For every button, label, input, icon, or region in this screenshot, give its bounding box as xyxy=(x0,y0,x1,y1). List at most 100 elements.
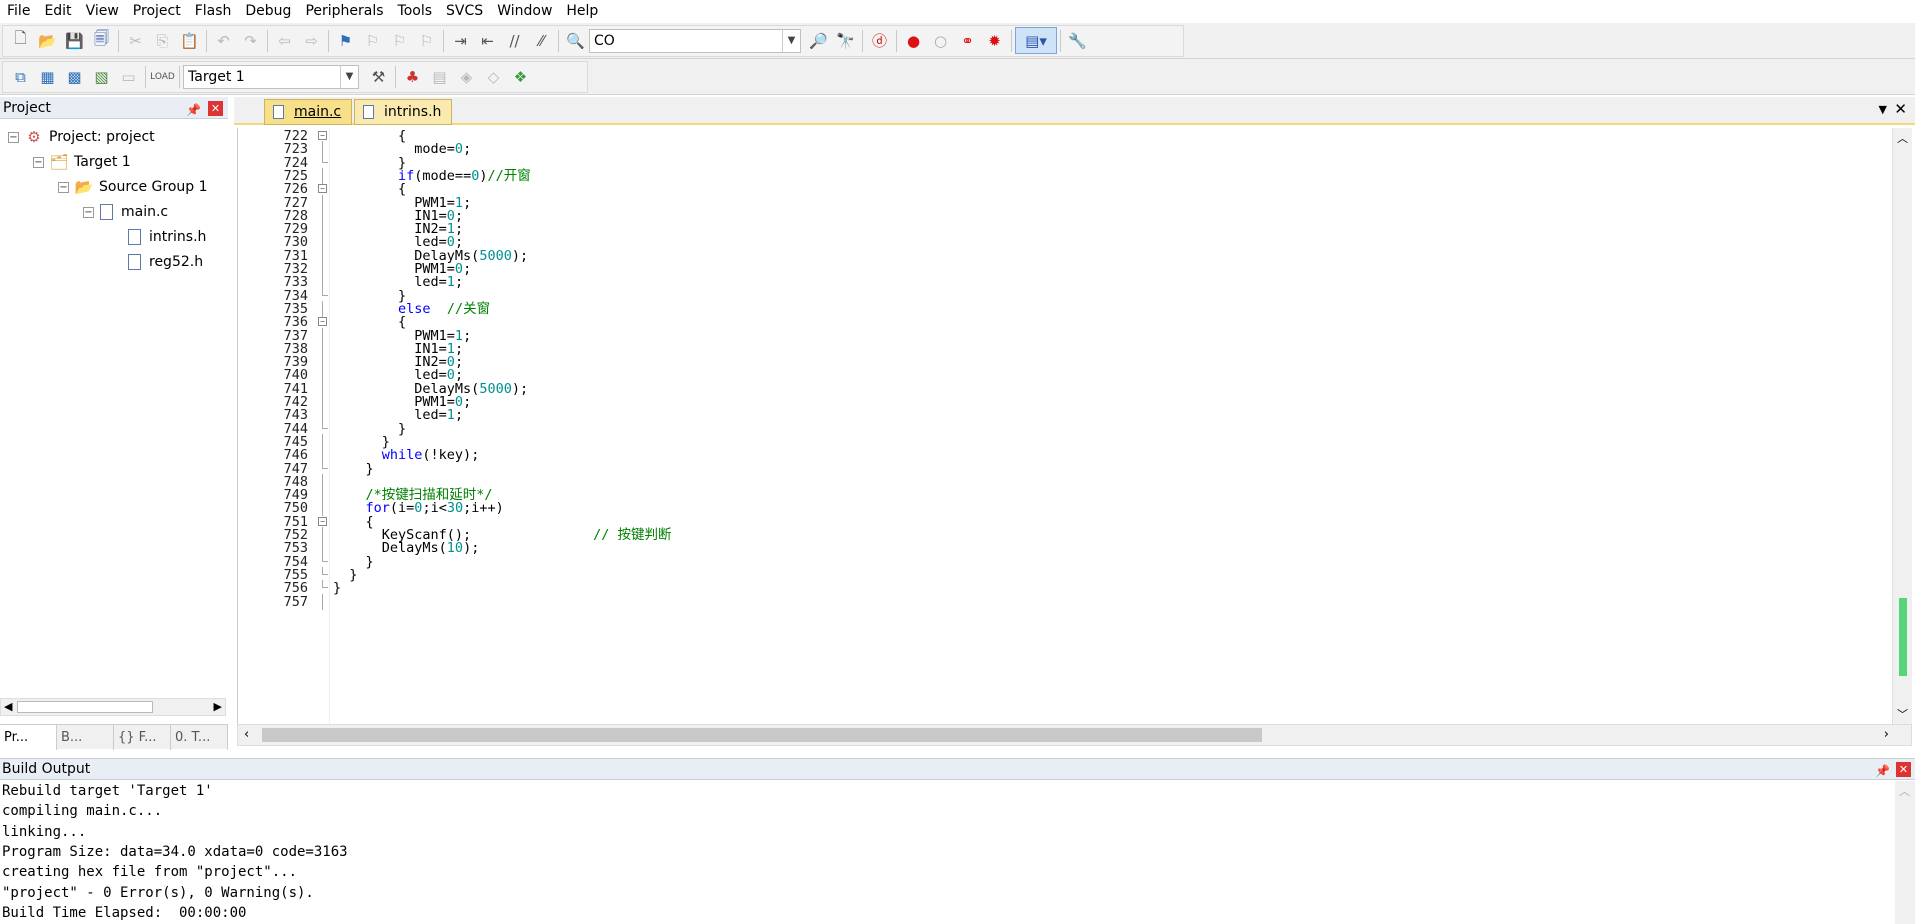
scroll-up-icon[interactable]: ︿ xyxy=(1899,783,1910,799)
prev-bookmark-icon[interactable]: ⚐ xyxy=(359,27,386,54)
chevron-down-icon[interactable]: ▼ xyxy=(782,29,800,52)
tree-node-target[interactable]: − 🗂 Target 1 xyxy=(33,151,131,173)
rebuild-icon[interactable]: ▩ xyxy=(61,63,88,90)
manage-components-icon[interactable]: ▤ xyxy=(426,63,453,90)
paste-icon[interactable]: 📋 xyxy=(176,27,203,54)
menu-svcs[interactable]: SVCS xyxy=(439,0,490,23)
scroll-right-icon[interactable]: ▶ xyxy=(214,700,222,713)
target-options-icon[interactable]: ⚒ xyxy=(365,63,392,90)
editor-horizontal-scrollbar[interactable]: ‹ › xyxy=(237,724,1912,746)
build-output-scrollbar[interactable]: ︿ xyxy=(1895,781,1915,924)
fold-collapse-icon[interactable]: − xyxy=(318,131,327,140)
unindent-icon[interactable]: ⇤ xyxy=(474,27,501,54)
cut-icon[interactable]: ✂ xyxy=(122,27,149,54)
collapse-icon[interactable]: − xyxy=(58,181,69,193)
clear-bookmarks-icon[interactable]: ⚐ xyxy=(413,27,440,54)
disable-breakpoints-icon[interactable]: ⚭ xyxy=(954,27,981,54)
menu-flash[interactable]: Flash xyxy=(188,0,239,23)
undo-icon[interactable]: ↶ xyxy=(210,27,237,54)
find-in-files-icon[interactable]: 🔍 xyxy=(562,27,589,54)
indent-icon[interactable]: ⇥ xyxy=(447,27,474,54)
close-icon[interactable]: ✕ xyxy=(208,101,223,116)
download-icon[interactable]: LOAD xyxy=(149,63,176,90)
select-packs-icon[interactable]: ◈ xyxy=(453,63,480,90)
close-icon[interactable]: ✕ xyxy=(1894,100,1907,118)
fold-collapse-icon[interactable]: − xyxy=(318,317,327,327)
menu-window[interactable]: Window xyxy=(490,0,559,23)
configure-icon[interactable]: 🔧 xyxy=(1064,27,1091,54)
insert-breakpoint-icon[interactable]: ● xyxy=(900,27,927,54)
tab-books[interactable]: B... xyxy=(57,725,114,750)
menu-peripherals[interactable]: Peripherals xyxy=(298,0,390,23)
menu-view[interactable]: View xyxy=(79,0,126,23)
fold-collapse-icon[interactable]: − xyxy=(318,516,327,526)
navigate-forward-icon[interactable]: ⇨ xyxy=(298,27,325,54)
find-combo[interactable]: CO ▼ xyxy=(589,28,801,53)
tab-list-icon[interactable]: ▼ xyxy=(1879,103,1887,116)
scroll-left-icon[interactable]: ‹ xyxy=(244,727,249,742)
tab-functions[interactable]: {} F... xyxy=(114,725,171,750)
horizontal-scrollbar[interactable]: ◀ ▶ xyxy=(0,698,226,716)
menu-help[interactable]: Help xyxy=(559,0,605,23)
copy-icon[interactable]: ⎘ xyxy=(149,27,176,54)
menu-project[interactable]: Project xyxy=(126,0,188,23)
tree-node-main-c[interactable]: − main.c xyxy=(83,201,168,223)
debug-session-icon[interactable]: ⓓ xyxy=(866,27,893,54)
build-icon[interactable]: ▦ xyxy=(34,63,61,90)
pin-icon[interactable]: 📌 xyxy=(186,99,201,121)
build-output-text[interactable]: Rebuild target 'Target 1' compiling main.… xyxy=(0,781,1895,924)
close-icon[interactable]: ✕ xyxy=(1896,762,1911,777)
collapse-icon[interactable]: − xyxy=(8,131,19,143)
scroll-left-icon[interactable]: ◀ xyxy=(4,700,12,713)
code-editor[interactable]: 722− {723 mode=0; 724 } 725 if(mode==0)//开… xyxy=(237,128,1892,724)
redo-icon[interactable]: ↷ xyxy=(237,27,264,54)
tab-intrins-h[interactable]: intrins.h xyxy=(354,99,453,125)
menu-edit[interactable]: Edit xyxy=(37,0,78,23)
save-all-icon[interactable]: 🗐 xyxy=(88,27,115,54)
scroll-down-icon[interactable]: ﹀ xyxy=(1897,706,1908,722)
menu-file[interactable]: File xyxy=(0,0,37,23)
open-folder-icon[interactable]: 📂 xyxy=(34,27,61,54)
scrollbar-thumb[interactable] xyxy=(1899,598,1907,676)
scrollbar-thumb[interactable] xyxy=(262,728,1262,742)
kill-breakpoints-icon[interactable]: ✹ xyxy=(981,27,1008,54)
run-time-environment-icon[interactable]: ❖ xyxy=(507,63,534,90)
window-layout-icon[interactable]: ▤▾ xyxy=(1015,27,1057,54)
tab-main-c[interactable]: main.c xyxy=(264,99,353,125)
project-panel-title: Project xyxy=(3,100,51,116)
translate-icon[interactable]: ⧉ xyxy=(7,63,34,90)
tree-node-source-group[interactable]: − 📂 Source Group 1 xyxy=(58,176,208,198)
file-extensions-icon[interactable]: ♣ xyxy=(399,63,426,90)
pack-installer-icon[interactable]: ◇ xyxy=(480,63,507,90)
enable-breakpoint-icon[interactable]: ○ xyxy=(927,27,954,54)
tree-node-intrins-h[interactable]: intrins.h xyxy=(128,226,206,248)
collapse-icon[interactable]: − xyxy=(83,206,94,218)
comment-icon[interactable]: // xyxy=(501,27,528,54)
scroll-up-icon[interactable]: ︿ xyxy=(1897,130,1908,146)
chevron-down-icon[interactable]: ▼ xyxy=(340,65,358,88)
navigate-back-icon[interactable]: ⇦ xyxy=(271,27,298,54)
menu-debug[interactable]: Debug xyxy=(238,0,298,23)
next-bookmark-icon[interactable]: ⚐ xyxy=(386,27,413,54)
target-select[interactable]: Target 1 ▼ xyxy=(183,64,359,89)
uncomment-icon[interactable]: ⁄⁄ xyxy=(528,27,555,54)
collapse-icon[interactable]: − xyxy=(33,156,44,168)
fold-collapse-icon[interactable]: − xyxy=(318,184,327,194)
scroll-right-icon[interactable]: › xyxy=(1884,727,1889,742)
find-icon[interactable]: 🔭 xyxy=(832,27,859,54)
tab-templates[interactable]: 0. T... xyxy=(171,725,228,750)
batch-build-icon[interactable]: ▧ xyxy=(88,63,115,90)
vertical-scrollbar[interactable]: ︿ ﹀ xyxy=(1892,128,1912,724)
tree-node-reg52-h[interactable]: reg52.h xyxy=(128,251,203,273)
incremental-find-icon[interactable]: 🔎 xyxy=(805,27,832,54)
pin-icon[interactable]: 📌 xyxy=(1875,761,1890,782)
menu-tools[interactable]: Tools xyxy=(391,0,440,23)
stop-build-icon[interactable]: ▭ xyxy=(115,63,142,90)
scrollbar-thumb[interactable] xyxy=(17,701,153,713)
save-icon[interactable]: 💾 xyxy=(61,27,88,54)
new-file-icon[interactable]: 🗋 xyxy=(7,27,34,54)
tab-project[interactable]: Pr... xyxy=(0,725,57,750)
tree-node-project[interactable]: − ⚙ Project: project xyxy=(8,126,155,148)
bookmark-icon[interactable]: ⚑ xyxy=(332,27,359,54)
separator xyxy=(443,29,444,52)
